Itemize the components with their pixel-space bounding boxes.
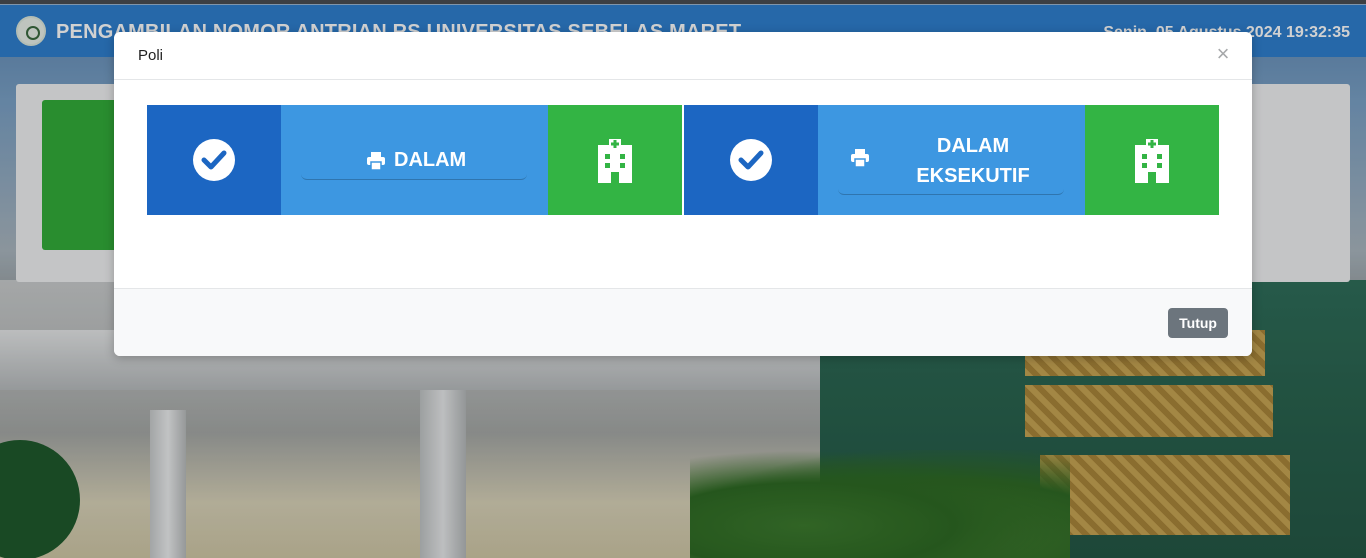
card-middle-section: DALAM EKSEKUTIF xyxy=(818,105,1085,215)
print-ticket-button[interactable]: DALAM xyxy=(301,145,527,180)
hospital-icon xyxy=(1135,139,1169,183)
printer-icon xyxy=(851,149,869,168)
poli-modal: Poli × DALAM DALAM EKSEKUTIF Tutup xyxy=(114,32,1252,356)
card-check-section xyxy=(684,105,818,215)
check-circle-icon xyxy=(730,139,772,181)
card-check-section xyxy=(147,105,281,215)
modal-title: Poli xyxy=(138,47,164,64)
card-hospital-section xyxy=(1085,105,1219,215)
modal-header: Poli × xyxy=(114,32,1252,80)
poli-label: DALAM xyxy=(394,149,467,171)
poli-card-dalam-eksekutif[interactable]: DALAM EKSEKUTIF xyxy=(684,105,1219,215)
close-button[interactable]: Tutup xyxy=(1168,308,1228,338)
close-icon[interactable]: × xyxy=(1214,43,1232,65)
print-ticket-button[interactable]: DALAM EKSEKUTIF xyxy=(838,132,1064,195)
check-circle-icon xyxy=(193,139,235,181)
card-hospital-section xyxy=(548,105,682,215)
poli-label: DALAM EKSEKUTIF xyxy=(898,131,1048,191)
modal-body: DALAM DALAM EKSEKUTIF xyxy=(114,80,1252,288)
printer-icon xyxy=(367,152,385,171)
poli-label-line2: EKSEKUTIF xyxy=(916,165,1030,187)
poli-card-dalam[interactable]: DALAM xyxy=(147,105,682,215)
hospital-icon xyxy=(598,139,632,183)
card-middle-section: DALAM xyxy=(281,105,548,215)
poli-label-line1: DALAM xyxy=(936,135,1010,157)
modal-footer: Tutup xyxy=(114,288,1252,356)
